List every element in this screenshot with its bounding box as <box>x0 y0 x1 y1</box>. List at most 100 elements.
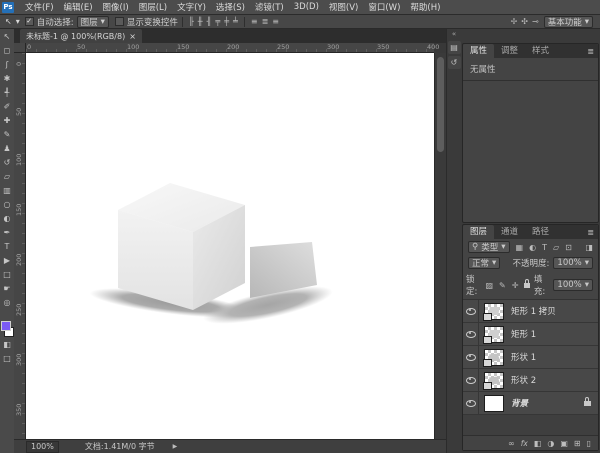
add-layer-mask-icon[interactable]: ◧ <box>534 439 542 448</box>
align-horizontal-centers-icon[interactable]: ╫ <box>196 17 205 26</box>
3d-mode-icon-2[interactable]: ✣ <box>519 17 530 26</box>
distribute-icon-2[interactable]: ≣ <box>260 17 271 26</box>
tool-preset-dropdown-icon[interactable]: ▾ <box>14 17 22 26</box>
expand-panels-button[interactable]: « <box>447 29 461 39</box>
panel-menu-icon[interactable]: ≣ <box>587 228 594 237</box>
scrollbar-thumb[interactable] <box>437 57 444 152</box>
layer-filter-type-dropdown[interactable]: ⚲ 类型 ▾ <box>468 241 510 253</box>
tool-clone-stamp[interactable]: ♟ <box>0 141 14 155</box>
tool-type[interactable]: T <box>0 239 14 253</box>
layer-row-rect1-copy[interactable]: 矩形 1 拷贝 <box>463 300 598 323</box>
foreground-color-swatch[interactable] <box>1 321 11 331</box>
layer-style-fx-icon[interactable]: fx <box>521 439 528 448</box>
new-layer-icon[interactable]: ⊞ <box>574 439 581 448</box>
visibility-toggle[interactable] <box>463 392 479 414</box>
lock-image-pixels-icon[interactable]: ✎ <box>497 281 508 290</box>
layer-thumbnail[interactable] <box>484 303 504 320</box>
opacity-field[interactable]: 100% ▾ <box>553 257 593 269</box>
visibility-toggle[interactable] <box>463 323 479 345</box>
layer-thumbnail[interactable] <box>484 349 504 366</box>
layer-thumbnail[interactable] <box>484 372 504 389</box>
3d-mode-icon-3[interactable]: ⊸ <box>530 17 541 26</box>
canvas[interactable] <box>26 53 434 439</box>
tool-rectangular-marquee[interactable]: ◻ <box>0 43 14 57</box>
status-expand-arrow-icon[interactable]: ▶ <box>173 443 178 450</box>
menu-view[interactable]: 视图(V) <box>324 1 363 13</box>
tab-paths[interactable]: 路径 <box>525 225 556 239</box>
layer-name[interactable]: 形状 2 <box>511 374 536 386</box>
filter-shape-layers-icon[interactable]: ▱ <box>551 243 561 252</box>
menu-filter[interactable]: 滤镜(T) <box>250 1 289 13</box>
new-adjustment-layer-icon[interactable]: ◑ <box>547 439 554 448</box>
tab-channels[interactable]: 通道 <box>494 225 525 239</box>
layer-thumbnail[interactable] <box>484 395 504 412</box>
tool-rectangle-shape[interactable]: □ <box>0 267 14 281</box>
visibility-toggle[interactable] <box>463 346 479 368</box>
vertical-ruler[interactable]: 0 50 100 150 200 250 300 350 <box>14 53 26 439</box>
menu-image[interactable]: 图像(I) <box>98 1 134 13</box>
menu-type[interactable]: 文字(Y) <box>172 1 211 13</box>
menu-help[interactable]: 帮助(H) <box>405 1 445 13</box>
delete-layer-icon[interactable]: ▯ <box>587 439 591 448</box>
tab-layers[interactable]: 图层 <box>463 225 494 239</box>
tool-gradient[interactable]: ▥ <box>0 183 14 197</box>
zoom-level-field[interactable]: 100% <box>26 441 59 453</box>
tool-lasso[interactable]: ʃ <box>0 57 14 71</box>
distribute-icon-3[interactable]: ≡ <box>270 17 281 26</box>
layer-row-background[interactable]: 背景 <box>463 392 598 415</box>
tool-pen[interactable]: ✒ <box>0 225 14 239</box>
tab-properties[interactable]: 属性 <box>463 44 494 58</box>
tool-brush[interactable]: ✎ <box>0 127 14 141</box>
menu-select[interactable]: 选择(S) <box>211 1 250 13</box>
quick-mask-button[interactable]: ◧ <box>0 337 14 351</box>
tool-quick-selection[interactable]: ✱ <box>0 71 14 85</box>
filter-type-layers-icon[interactable]: T <box>540 243 549 252</box>
show-transform-checkbox[interactable] <box>115 17 124 26</box>
link-layers-icon[interactable]: ∞ <box>508 439 515 448</box>
collapsed-panel-icon-1[interactable]: ▤ <box>448 41 461 54</box>
tool-eraser[interactable]: ▱ <box>0 169 14 183</box>
tool-spot-healing-brush[interactable]: ✚ <box>0 113 14 127</box>
blend-mode-dropdown[interactable]: 正常 ▾ <box>468 257 500 269</box>
visibility-toggle[interactable] <box>463 369 479 391</box>
workspace-switcher[interactable]: 基本功能 ▾ <box>544 16 593 28</box>
screen-mode-button[interactable]: □ <box>0 351 14 365</box>
menu-file[interactable]: 文件(F) <box>20 1 59 13</box>
layer-row-rect1[interactable]: 矩形 1 <box>463 323 598 346</box>
auto-select-target-dropdown[interactable]: 图层 ▾ <box>77 16 109 28</box>
align-left-edges-icon[interactable]: ╟ <box>187 17 196 26</box>
new-group-icon[interactable]: ▣ <box>560 439 568 448</box>
3d-mode-icon-1[interactable]: ✢ <box>509 17 520 26</box>
lock-all-icon[interactable] <box>524 283 529 288</box>
layer-name[interactable]: 矩形 1 拷贝 <box>511 305 556 317</box>
tab-styles[interactable]: 样式 <box>525 44 556 58</box>
align-right-edges-icon[interactable]: ╢ <box>205 17 214 26</box>
align-bottom-edges-icon[interactable]: ╧ <box>231 17 240 26</box>
tool-blur[interactable]: ○ <box>0 197 14 211</box>
collapsed-panel-icon-2[interactable]: ↺ <box>448 56 461 69</box>
filter-pixel-layers-icon[interactable]: ▦ <box>514 243 526 252</box>
auto-select-checkbox[interactable]: ✓ <box>25 17 34 26</box>
layer-thumbnail[interactable] <box>484 326 504 343</box>
vertical-scrollbar[interactable] <box>434 53 446 439</box>
filter-toggle-icon[interactable]: ◨ <box>583 243 595 252</box>
tool-crop[interactable]: ╃ <box>0 85 14 99</box>
filter-smart-object-icon[interactable]: ⊡ <box>563 243 574 252</box>
tool-move[interactable]: ↖ <box>0 29 14 43</box>
menu-3d[interactable]: 3D(D) <box>289 2 324 12</box>
panel-menu-icon[interactable]: ≣ <box>587 47 594 56</box>
layer-row-shape2[interactable]: 形状 2 <box>463 369 598 392</box>
menu-edit[interactable]: 编辑(E) <box>59 1 98 13</box>
layer-name[interactable]: 背景 <box>511 397 528 409</box>
lock-position-icon[interactable]: ✛ <box>510 281 521 290</box>
layer-name[interactable]: 形状 1 <box>511 351 536 363</box>
close-icon[interactable]: × <box>129 32 136 41</box>
menu-window[interactable]: 窗口(W) <box>363 1 405 13</box>
tool-hand[interactable]: ☛ <box>0 281 14 295</box>
tab-adjustments[interactable]: 调整 <box>494 44 525 58</box>
lock-transparent-pixels-icon[interactable]: ▨ <box>483 281 495 290</box>
document-tab[interactable]: 未标题-1 @ 100%(RGB/8) × <box>20 29 142 43</box>
tool-path-selection[interactable]: ▶ <box>0 253 14 267</box>
menu-layer[interactable]: 图层(L) <box>134 1 172 13</box>
tool-dodge[interactable]: ◐ <box>0 211 14 225</box>
